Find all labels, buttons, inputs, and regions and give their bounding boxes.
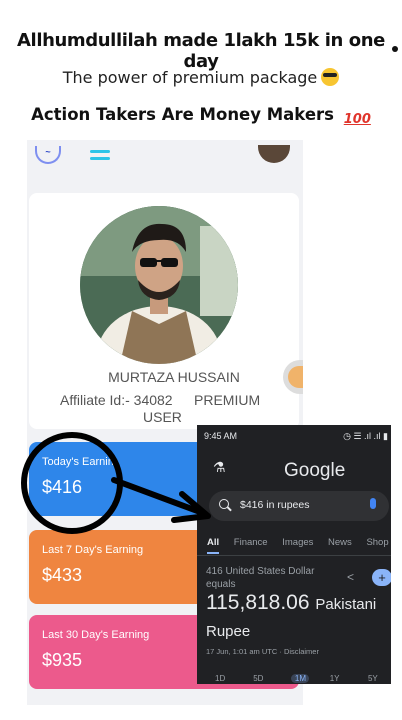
search-bar[interactable]: $416 in rupees	[209, 491, 389, 521]
range-5d[interactable]: 5D	[253, 674, 289, 683]
tab-all[interactable]: All	[207, 537, 219, 548]
plus-icon[interactable]: +	[372, 569, 391, 586]
tab-finance[interactable]: Finance	[234, 537, 268, 548]
range-5y[interactable]: 5Y	[368, 674, 391, 683]
annotation-arrow-icon	[111, 477, 211, 523]
hamburger-menu-icon[interactable]	[90, 150, 110, 164]
profile-photo	[80, 206, 238, 364]
conversion-value: 115,818.06	[206, 591, 310, 614]
range-1y[interactable]: 1Y	[330, 674, 366, 683]
status-icons: ◷ ☰ .ıl .ıl ▮	[343, 431, 388, 441]
conversion-from: 416 United States Dollar equals	[206, 566, 315, 590]
affiliate-id: Affiliate Id:- 34082	[60, 392, 173, 408]
dot-mark	[392, 46, 398, 52]
tabs-divider	[197, 555, 391, 556]
google-search-screenshot: 9:45 AM ◷ ☰ .ıl .ıl ▮ ⚗ Google $416 in r…	[197, 425, 391, 684]
search-input[interactable]: $416 in rupees	[240, 499, 309, 511]
hundred-emoji-icon: 100	[343, 112, 371, 127]
search-tabs: All Finance Images News Shop	[207, 537, 391, 548]
tab-underline	[207, 552, 219, 554]
profile-name: MURTAZA HUSSAIN	[108, 369, 240, 385]
tab-news[interactable]: News	[328, 537, 352, 548]
headline-title: Allhumdullilah made 1lakh 15k in one day	[17, 30, 385, 72]
tab-shop[interactable]: Shop	[366, 537, 388, 548]
headline-subtitle: The power of premium package	[0, 68, 402, 87]
mic-icon[interactable]	[370, 498, 376, 509]
plan-label-user: USER	[143, 409, 182, 425]
profile-photo-image	[80, 206, 238, 364]
range-1m[interactable]: 1M	[291, 674, 310, 683]
highlight-circle	[21, 432, 123, 534]
google-logo: Google	[284, 460, 346, 481]
range-1d[interactable]: 1D	[215, 674, 251, 683]
conversion-timestamp: 17 Jun, 1:01 am UTC · Disclaimer	[206, 647, 319, 656]
plan-label: PREMIUM	[194, 392, 261, 408]
search-icon	[219, 499, 229, 509]
cool-emoji-icon	[321, 68, 340, 86]
status-time: 9:45 AM	[204, 431, 238, 441]
conversion-result: 115,818.06 Pakistani	[206, 591, 376, 615]
conversion-unit-rupee: Rupee	[206, 623, 251, 640]
headline-tagline: Action Takers Are Money Makers 100	[31, 105, 371, 127]
share-icon[interactable]: <	[347, 570, 354, 584]
tab-images[interactable]: Images	[282, 537, 313, 548]
chart-range-selector: 1D 5D 1M 1Y 5Y	[215, 674, 391, 683]
conversion-unit: Pakistani	[315, 596, 377, 613]
